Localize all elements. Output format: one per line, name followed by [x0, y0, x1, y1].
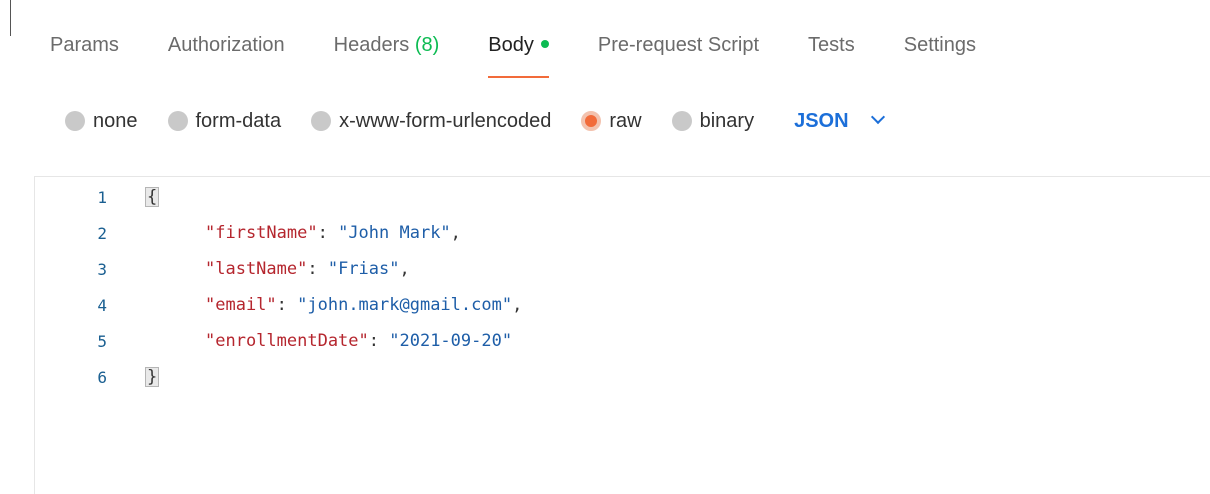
- json-colon: :: [368, 331, 390, 351]
- active-tab-underline: [488, 76, 549, 78]
- json-key: "lastName": [205, 259, 308, 279]
- json-value: "2021-09-20": [389, 331, 513, 351]
- radio-unchecked-icon[interactable]: [671, 111, 692, 131]
- tab-label: Headers: [333, 34, 410, 56]
- code-content: "lastName": "Frias",: [205, 259, 410, 279]
- json-key: "firstName": [205, 223, 318, 243]
- close-brace: }: [145, 367, 160, 387]
- tab-label: Settings: [903, 34, 976, 56]
- mode-label: x-www-form-urlencoded: [339, 109, 552, 132]
- modified-dot-icon: [540, 39, 549, 48]
- format-dropdown[interactable]: JSON: [794, 109, 885, 133]
- mode-binary[interactable]: binary: [671, 109, 755, 133]
- code-line: 1 {: [35, 179, 1210, 215]
- tab-params[interactable]: Params: [50, 0, 119, 80]
- radio-checked-icon[interactable]: [581, 111, 602, 131]
- json-key: "enrollmentDate": [205, 331, 369, 351]
- mode-label: form-data: [195, 109, 282, 132]
- line-number: 6: [97, 367, 107, 387]
- code-line: 2 "firstName": "John Mark",: [35, 215, 1210, 251]
- json-colon: :: [276, 295, 298, 315]
- code-line: 4 "email": "john.mark@gmail.com",: [35, 287, 1210, 323]
- headers-count-badge: (8): [414, 34, 440, 56]
- code-content: "enrollmentDate": "2021-09-20": [205, 331, 512, 351]
- line-number: 1: [97, 187, 107, 207]
- request-tabs: Params Authorization Headers (8) Body Pr…: [50, 0, 1025, 90]
- json-colon: :: [317, 223, 339, 243]
- tab-label: Pre-request Script: [597, 34, 760, 56]
- chevron-down-icon: [870, 109, 885, 125]
- code-editor[interactable]: 1 { 2 "firstName": "John Mark", 3 "lastN…: [34, 176, 1210, 494]
- mode-form-data[interactable]: form-data: [167, 109, 282, 133]
- tab-body[interactable]: Body: [488, 0, 549, 80]
- code-line: 3 "lastName": "Frias",: [35, 251, 1210, 287]
- line-number: 2: [97, 223, 107, 243]
- tab-label: Params: [50, 34, 119, 56]
- mode-x-www-form-urlencoded[interactable]: x-www-form-urlencoded: [311, 110, 551, 133]
- json-key: "email": [205, 295, 277, 315]
- code-content: }: [145, 367, 160, 387]
- tab-headers[interactable]: Headers (8): [334, 0, 440, 80]
- mode-raw[interactable]: raw: [581, 109, 642, 133]
- json-value: "John Mark": [338, 223, 451, 243]
- mode-label: binary: [699, 109, 755, 132]
- line-number: 5: [97, 331, 107, 351]
- format-label: JSON: [794, 109, 849, 132]
- code-line: 6 }: [35, 359, 1210, 395]
- tab-settings[interactable]: Settings: [904, 0, 976, 80]
- mode-label: none: [93, 109, 138, 132]
- json-comma: ,: [450, 223, 461, 243]
- tab-label: Tests: [808, 34, 855, 56]
- json-comma: ,: [512, 295, 523, 315]
- panel-divider: [10, 0, 11, 36]
- mode-label: raw: [609, 109, 642, 132]
- code-line: 5 "enrollmentDate": "2021-09-20": [35, 323, 1210, 359]
- radio-unchecked-icon[interactable]: [167, 111, 188, 131]
- line-number: 3: [97, 259, 107, 279]
- tab-pre-request-script[interactable]: Pre-request Script: [598, 0, 759, 80]
- radio-unchecked-icon[interactable]: [311, 111, 332, 131]
- json-value: "Frias": [327, 259, 400, 279]
- tab-authorization[interactable]: Authorization: [168, 0, 285, 80]
- code-content: "email": "john.mark@gmail.com",: [205, 295, 522, 315]
- json-comma: ,: [399, 259, 410, 279]
- json-value: "john.mark@gmail.com": [297, 295, 513, 315]
- code-content: {: [145, 187, 160, 207]
- open-brace: {: [145, 187, 160, 207]
- tab-label: Body: [488, 34, 534, 56]
- request-body-panel: Params Authorization Headers (8) Body Pr…: [0, 0, 1210, 494]
- body-mode-selector: none form-data x-www-form-urlencoded raw…: [65, 106, 885, 136]
- tab-label: Authorization: [167, 34, 285, 56]
- radio-unchecked-icon[interactable]: [65, 111, 85, 131]
- code-content: "firstName": "John Mark",: [205, 223, 461, 243]
- line-number: 4: [97, 295, 107, 315]
- tab-tests[interactable]: Tests: [808, 0, 855, 80]
- mode-none[interactable]: none: [65, 110, 138, 133]
- json-colon: :: [307, 259, 328, 279]
